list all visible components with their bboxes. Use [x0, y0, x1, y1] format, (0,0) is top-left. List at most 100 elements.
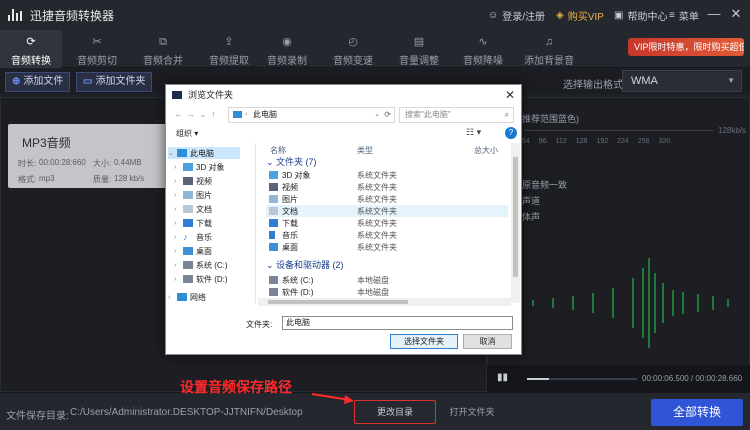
help-icon: ▣ [614, 10, 624, 21]
tree-item-network[interactable]: › 网络 [168, 291, 206, 303]
folder-icon: ▭ [83, 76, 93, 87]
list-item[interactable]: 文档 系统文件夹 [266, 205, 508, 217]
help-icon[interactable]: ? [505, 127, 517, 139]
list-item[interactable]: 图片 系统文件夹 [266, 193, 508, 205]
file-card[interactable]: MP3音频 时长: 00:00:28:660 大小: 0.44MB 格式: mp… [8, 124, 173, 188]
chevron-down-icon[interactable]: ⌄ [199, 109, 207, 120]
vertical-scrollbar[interactable] [511, 143, 520, 303]
tab-audio-extract[interactable]: ⇪ 音频提取 [198, 30, 260, 68]
list-item[interactable]: 视频 系统文件夹 [266, 181, 508, 193]
tree-item-downloads[interactable]: › 下载 [174, 217, 212, 229]
tree-item-music[interactable]: › ♪ 音乐 [174, 231, 212, 243]
view-options-icon[interactable]: ☷ ▾ [466, 127, 481, 138]
tree-item-pictures[interactable]: › 图片 [174, 189, 212, 201]
search-icon: ⌕ [504, 110, 509, 119]
bgm-icon: ♫ [544, 36, 554, 48]
tab-audio-speed[interactable]: ◴ 音频变速 [322, 30, 384, 68]
save-dir-label: 文件保存目录: [6, 411, 69, 422]
plus-icon: ⊕ [12, 76, 21, 87]
select-folder-button[interactable]: 选择文件夹 [390, 334, 458, 349]
change-dir-button[interactable]: 更改目录 [354, 400, 436, 424]
computer-icon [233, 111, 242, 118]
seek-bar[interactable] [527, 378, 637, 380]
speed-icon: ◴ [348, 36, 358, 48]
record-icon: ◉ [282, 36, 292, 48]
minimize-button[interactable]: — [706, 6, 722, 22]
search-input[interactable]: 搜索"此电脑" ⌕ [399, 107, 514, 123]
folder-name-input[interactable]: 此电脑 [282, 316, 513, 330]
save-dir-path: C:/Users/Administrator.DESKTOP-JJTNIFN/D… [70, 407, 303, 418]
network-icon [177, 293, 187, 301]
tab-audio-merge[interactable]: ⧉ 音频合并 [132, 30, 194, 68]
tree-item-drive-c[interactable]: › 系统 (C:) [174, 259, 228, 271]
tree-item-videos[interactable]: › 视频 [174, 175, 212, 187]
menu-icon: ≡ [669, 10, 675, 21]
cancel-button[interactable]: 取消 [463, 334, 512, 349]
volume-icon: ▤ [413, 36, 425, 48]
tab-audio-convert[interactable]: ⟳ 音频转换 [0, 30, 62, 68]
denoise-icon: ∿ [478, 36, 488, 48]
output-format-select[interactable]: WMA ▼ [622, 70, 742, 92]
file-size: 0.44MB [114, 158, 142, 167]
picture-icon [183, 191, 193, 199]
list-item[interactable]: 音乐 系统文件夹 [266, 229, 508, 241]
music-icon: ♪ [183, 232, 188, 242]
file-quality: 128 kb/s [114, 174, 145, 183]
forward-icon[interactable]: → [186, 109, 195, 119]
list-item[interactable]: 软件 (D:) 本地磁盘 [266, 286, 508, 298]
drive-icon [183, 261, 193, 269]
list-item[interactable]: 3D 对象 系统文件夹 [266, 169, 508, 181]
menu-button[interactable]: ≡ 菜单 [669, 8, 699, 23]
add-file-button[interactable]: ⊕ 添加文件 [5, 72, 71, 92]
close-window-button[interactable]: ✕ [728, 6, 744, 22]
tab-add-background-music[interactable]: ♫ 添加背景音 [518, 30, 580, 68]
column-total-size[interactable]: 总大小 [474, 145, 498, 156]
up-icon[interactable]: ↑ [211, 109, 216, 119]
app-logo-icon [8, 9, 22, 21]
horizontal-scrollbar[interactable] [258, 298, 511, 306]
group-header-drives[interactable]: ⌄ 设备和驱动器 (2) [266, 258, 344, 271]
vip-icon: ◈ [556, 10, 564, 21]
tab-volume-adjust[interactable]: ▤ 音量调整 [388, 30, 450, 68]
tree-item-drive-d[interactable]: › 软件 (D:) [174, 273, 228, 285]
tree-item-this-pc[interactable]: ⌄ 此电脑 [168, 147, 240, 159]
computer-icon [177, 149, 187, 157]
extract-icon: ⇪ [224, 36, 234, 48]
bitrate-slider[interactable] [524, 130, 714, 131]
bitrate-range-label: 推荐范围蓝色) [522, 114, 579, 124]
refresh-icon[interactable]: ⟳ [384, 108, 391, 122]
add-folder-button[interactable]: ▭ 添加文件夹 [76, 72, 153, 92]
play-icon[interactable]: ▮▮ [497, 372, 508, 383]
buy-vip-button[interactable]: ◈ 购买VIP [556, 8, 604, 23]
address-bar[interactable]: › 此电脑 ⌄ ⟳ [228, 107, 395, 123]
convert-icon: ⟳ [26, 36, 36, 48]
column-type[interactable]: 类型 [357, 145, 373, 156]
tab-audio-denoise[interactable]: ∿ 音频降噪 [452, 30, 514, 68]
annotation-arrow [311, 393, 354, 404]
organize-menu[interactable]: 组织 ▾ [176, 128, 198, 139]
list-item[interactable]: 下载 系统文件夹 [266, 217, 508, 229]
document-icon [183, 205, 193, 213]
convert-all-button[interactable]: 全部转换 [651, 399, 743, 426]
tree-item-documents[interactable]: › 文档 [174, 203, 212, 215]
tree-item-desktop[interactable]: › 桌面 [174, 245, 212, 257]
file-duration: 00:00:28:660 [39, 158, 86, 167]
download-icon [183, 219, 193, 227]
app-title: 迅捷音频转换器 [30, 8, 115, 23]
group-header-folders[interactable]: ⌄ 文件夹 (7) [266, 155, 317, 168]
help-center-button[interactable]: ▣ 帮助中心 [614, 8, 667, 23]
scissors-icon: ✂ [92, 36, 102, 48]
tab-audio-record[interactable]: ◉ 音频录制 [256, 30, 318, 68]
list-item[interactable]: 桌面 系统文件夹 [266, 241, 508, 253]
vip-promo-banner[interactable]: VIP限时特惠，限时购买超低价 [628, 38, 744, 56]
tree-item-3d-objects[interactable]: › 3D 对象 [174, 161, 224, 173]
list-item[interactable]: 系统 (C:) 本地磁盘 [266, 274, 508, 286]
open-folder-button[interactable]: 打开文件夹 [438, 404, 506, 420]
back-icon[interactable]: ← [174, 109, 183, 119]
login-button[interactable]: ☺ 登录/注册 [488, 8, 545, 23]
dialog-close-button[interactable]: ✕ [505, 85, 515, 105]
file-name: MP3音频 [22, 136, 71, 150]
tab-audio-cut[interactable]: ✂ 音频剪切 [66, 30, 128, 68]
folder-name-label: 文件夹: [246, 320, 273, 329]
bitrate-value: 128kb/s [718, 126, 747, 135]
